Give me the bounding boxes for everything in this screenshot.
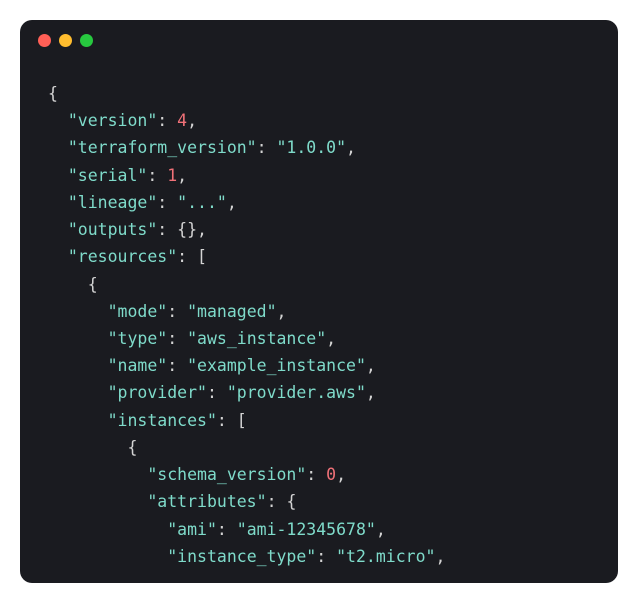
token-number: 4 xyxy=(177,111,187,130)
code-line: "lineage": "...", xyxy=(48,189,590,216)
token-key: "ami" xyxy=(167,520,217,539)
token-colon: : xyxy=(207,383,227,402)
token-colon: : xyxy=(257,138,277,157)
code-line: "version": 4, xyxy=(48,107,590,134)
token-colon: : xyxy=(157,220,177,239)
window-titlebar xyxy=(20,20,618,60)
close-icon[interactable] xyxy=(38,34,51,47)
token-key: "terraform_version" xyxy=(68,138,257,157)
token-colon: : xyxy=(157,193,177,212)
token-colon: : xyxy=(167,302,187,321)
token-key: "instances" xyxy=(108,411,217,430)
token-comma: , xyxy=(366,356,376,375)
token-key: "attributes" xyxy=(147,492,266,511)
code-line: "terraform_version": "1.0.0", xyxy=(48,134,590,161)
token-string: "aws_instance" xyxy=(187,329,326,348)
token-colon: : xyxy=(157,111,177,130)
code-line: "resources": [ xyxy=(48,243,590,270)
token-key: "serial" xyxy=(68,166,147,185)
token-brace: { xyxy=(127,438,137,457)
token-key: "name" xyxy=(108,356,168,375)
token-colon: : xyxy=(147,166,167,185)
token-string: "managed" xyxy=(187,302,276,321)
code-line: "name": "example_instance", xyxy=(48,352,590,379)
token-comma: , xyxy=(277,302,287,321)
code-line: "attributes": { xyxy=(48,488,590,515)
token-string: "t2.micro" xyxy=(336,547,435,566)
token-colon: : xyxy=(167,356,187,375)
token-key: "version" xyxy=(68,111,157,130)
token-comma: , xyxy=(177,166,187,185)
code-line: { xyxy=(48,271,590,298)
code-line: "outputs": {}, xyxy=(48,216,590,243)
token-comma: , xyxy=(346,138,356,157)
token-colon: : xyxy=(316,547,336,566)
token-key: "schema_version" xyxy=(147,465,306,484)
code-line: "provider": "provider.aws", xyxy=(48,379,590,406)
token-key: "lineage" xyxy=(68,193,157,212)
token-number: 1 xyxy=(167,166,177,185)
token-comma: , xyxy=(336,465,346,484)
code-content: { "version": 4, "terraform_version": "1.… xyxy=(20,60,618,583)
code-line: "instances": [ xyxy=(48,407,590,434)
token-key: "provider" xyxy=(108,383,207,402)
code-line: "serial": 1, xyxy=(48,162,590,189)
token-colon: : xyxy=(167,329,187,348)
token-bracket: [ xyxy=(237,411,247,430)
maximize-icon[interactable] xyxy=(80,34,93,47)
token-colon: : xyxy=(177,247,197,266)
code-line: "instance_type": "t2.micro", xyxy=(48,543,590,570)
token-string: "ami-12345678" xyxy=(237,520,376,539)
token-brace: { xyxy=(88,275,98,294)
code-line: { xyxy=(48,80,590,107)
token-comma: , xyxy=(227,193,237,212)
token-comma: , xyxy=(326,329,336,348)
token-string: "1.0.0" xyxy=(277,138,347,157)
token-colon: : xyxy=(267,492,287,511)
token-colon: : xyxy=(217,520,237,539)
token-key: "mode" xyxy=(108,302,168,321)
token-brace: { xyxy=(48,84,58,103)
token-comma: , xyxy=(376,520,386,539)
token-string: "example_instance" xyxy=(187,356,366,375)
token-key: "resources" xyxy=(68,247,177,266)
code-line: "ami": "ami-12345678", xyxy=(48,516,590,543)
token-string: "provider.aws" xyxy=(227,383,366,402)
token-comma: , xyxy=(187,111,197,130)
token-brace: { xyxy=(286,492,296,511)
token-string: "..." xyxy=(177,193,227,212)
code-line: "mode": "managed", xyxy=(48,298,590,325)
token-number: 0 xyxy=(326,465,336,484)
token-key: "type" xyxy=(108,329,168,348)
minimize-icon[interactable] xyxy=(59,34,72,47)
token-colon: : xyxy=(306,465,326,484)
terminal-window: { "version": 4, "terraform_version": "1.… xyxy=(20,20,618,583)
token-bracket: [ xyxy=(197,247,207,266)
token-comma: , xyxy=(366,383,376,402)
token-key: "instance_type" xyxy=(167,547,316,566)
token-comma: , xyxy=(435,547,445,566)
token-brace: {} xyxy=(177,220,197,239)
code-line: "schema_version": 0, xyxy=(48,461,590,488)
token-comma: , xyxy=(197,220,207,239)
token-key: "outputs" xyxy=(68,220,157,239)
code-line: { xyxy=(48,434,590,461)
token-colon: : xyxy=(217,411,237,430)
code-line: "type": "aws_instance", xyxy=(48,325,590,352)
